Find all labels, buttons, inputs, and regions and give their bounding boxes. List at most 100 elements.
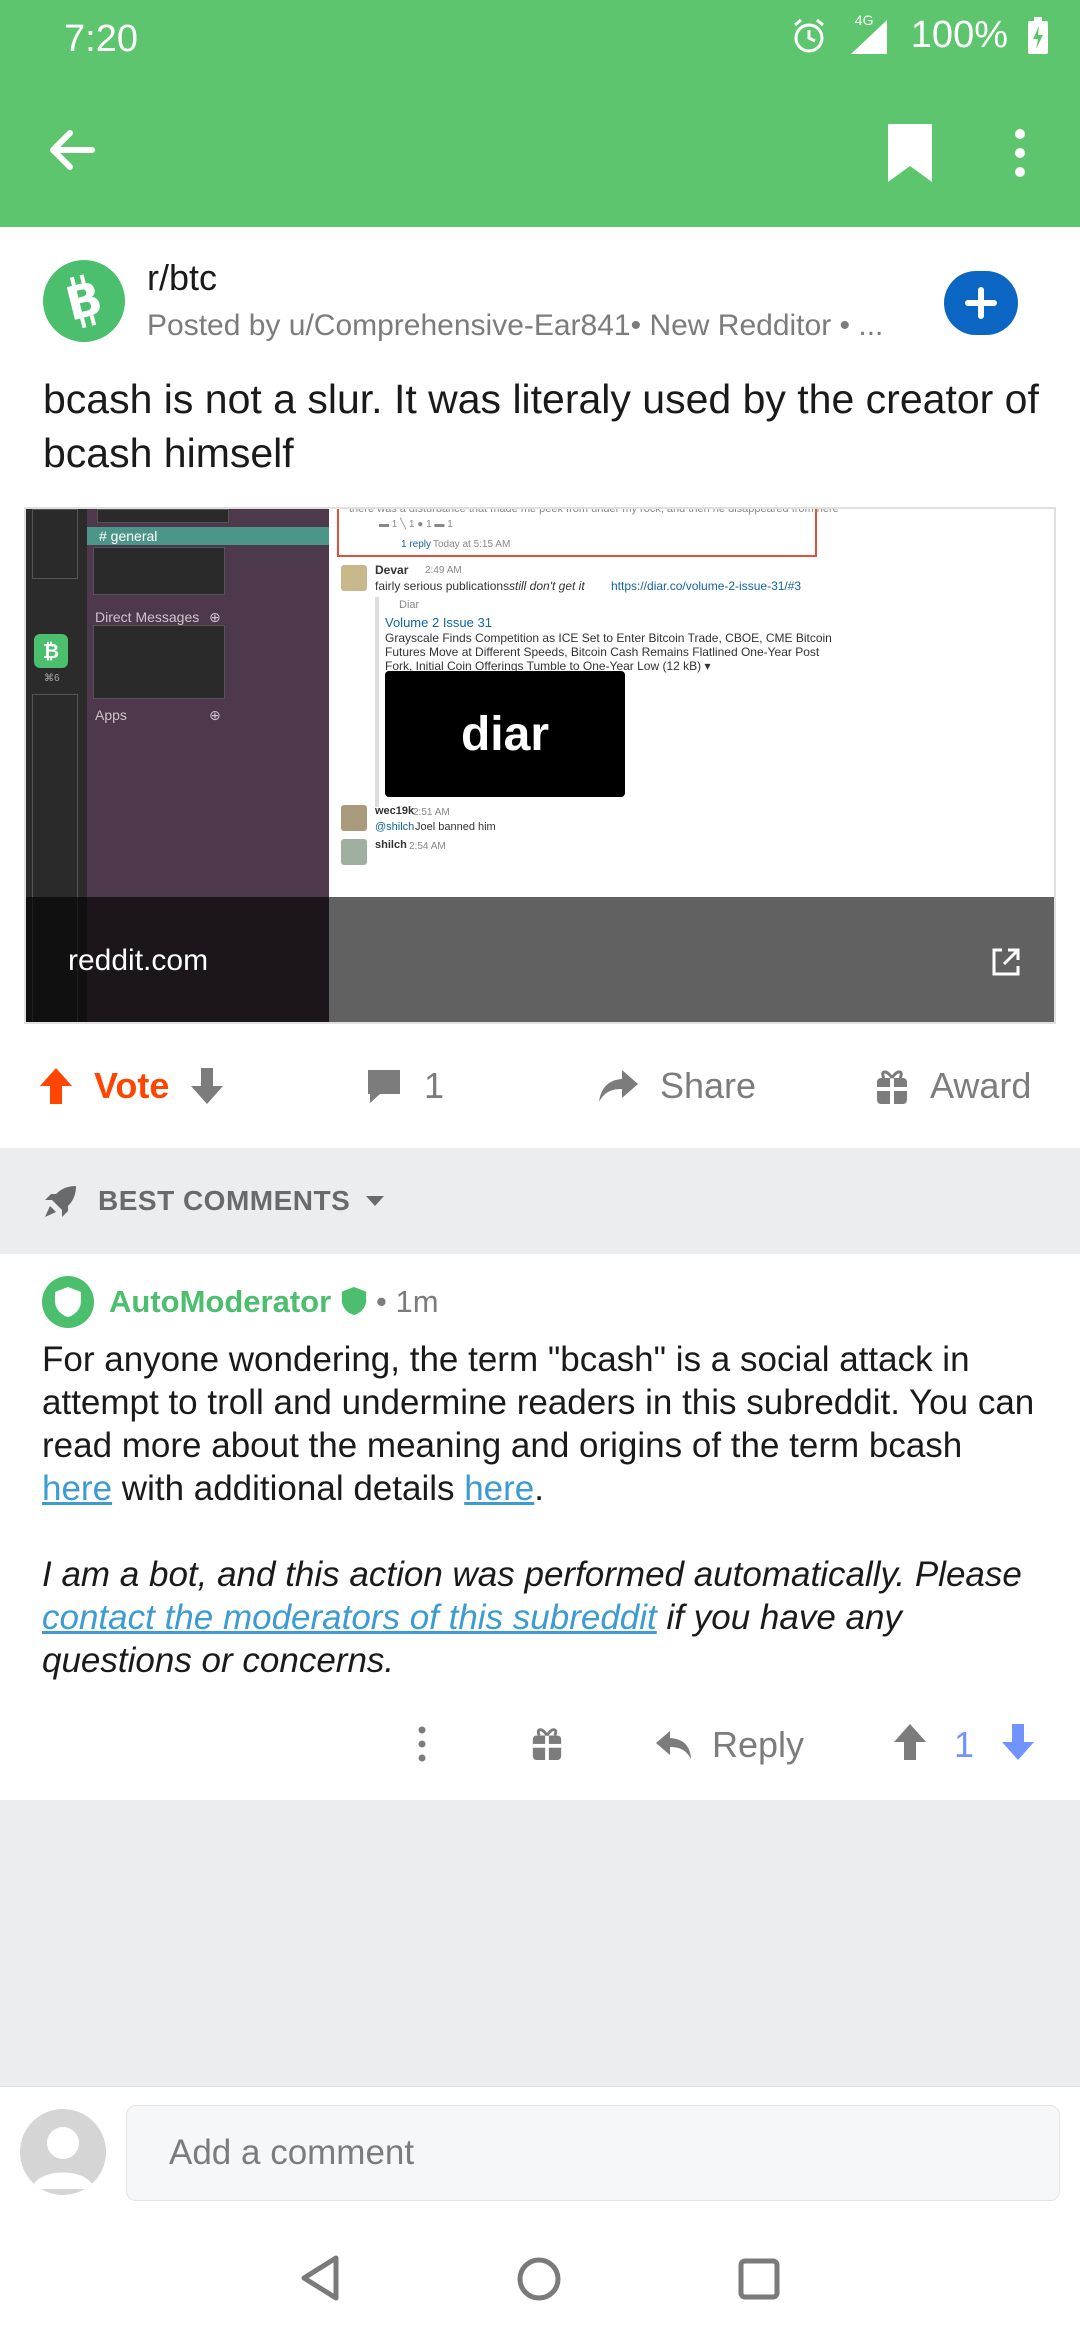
nav-home-icon[interactable] [514, 2254, 564, 2304]
comment-text: For anyone wondering, the term "bcash" i… [42, 1340, 1035, 1465]
contact-moderators-link[interactable]: contact the moderators of this subreddit [42, 1598, 657, 1637]
reply-arrow-icon [656, 1731, 691, 1759]
reactions: ▬ 1 ╲ 1 ● 1 ▬ 1 [379, 519, 453, 530]
comment-author[interactable]: AutoModerator [109, 1284, 331, 1320]
user-avatar [341, 565, 367, 591]
comment-actions: Reply 1 [0, 1694, 1080, 1794]
comment-body: For anyone wondering, the term "bcash" i… [42, 1338, 1042, 1725]
comment-paragraph: I am a bot, and this action was performe… [42, 1553, 1042, 1682]
post-meta[interactable]: Posted by u/Comprehensive-Ear841• New Re… [147, 309, 883, 343]
message-text: fairly serious publications [375, 579, 510, 593]
message-text-emphasis: still don't get it [509, 579, 585, 593]
subreddit-name[interactable]: r/btc [147, 257, 217, 299]
message-time: 2:49 AM [425, 565, 462, 576]
status-icons: 4G 100% [789, 12, 1050, 57]
subreddit-avatar[interactable]: B [43, 260, 125, 342]
share-button[interactable]: Share [596, 1024, 756, 1148]
workspace-icon: ₿ [34, 634, 68, 668]
rocket-icon [45, 1186, 76, 1217]
message-text: Joel banned him [415, 821, 496, 833]
here-link-2[interactable]: here [464, 1469, 534, 1508]
reply-button[interactable]: Reply [654, 1720, 804, 1770]
reply-label: Reply [712, 1724, 805, 1765]
back-arrow-icon[interactable] [42, 120, 102, 180]
alarm-icon [793, 18, 824, 52]
user-avatar[interactable] [20, 2109, 106, 2195]
comment-text: . [534, 1469, 545, 1508]
embed-source: Diar [399, 599, 420, 611]
comment-text: with additional details [112, 1469, 465, 1508]
nav-back-icon[interactable] [296, 2252, 344, 2304]
award-label: Award [930, 1065, 1032, 1106]
vote-label: Vote [94, 1065, 170, 1106]
upvote-icon[interactable] [892, 1722, 928, 1762]
comment-bubble-icon [368, 1070, 400, 1103]
comment-score: 1 [954, 1724, 975, 1765]
network-label: 4G [854, 11, 874, 28]
nav-recents-icon[interactable] [736, 2256, 782, 2302]
preview-domain: reddit.com [68, 944, 209, 977]
comment-text: I am a bot, and this action was performe… [42, 1555, 1022, 1594]
embed-bar [375, 597, 379, 807]
comment-sort-bar[interactable]: BEST COMMENTS [0, 1148, 1080, 1254]
thread-reply-count: 1 reply [401, 539, 432, 550]
vote-group: Vote [38, 1024, 225, 1148]
external-link-icon[interactable] [988, 944, 1024, 980]
link-preview[interactable]: ₿ ⌘6 # general Direct Messages ⊕ Apps ⊕ … [24, 507, 1056, 1024]
sidebar-block [97, 509, 229, 523]
dropdown-caret-icon [366, 1196, 385, 1206]
add-comment-input[interactable]: Add a comment [126, 2105, 1060, 2201]
battery-charging-icon [1028, 16, 1048, 54]
status-time: 7:20 [64, 18, 138, 60]
join-subreddit-button[interactable] [944, 271, 1018, 335]
comment: AutoModerator • 1m For anyone wondering,… [0, 1254, 1080, 1800]
upvote-icon[interactable] [38, 1066, 74, 1106]
post-action-bar: Vote 1 Share Award [0, 1024, 1080, 1148]
dm-header: Direct Messages [95, 609, 200, 625]
comments-button[interactable]: 1 [364, 1024, 444, 1148]
message-author: Devar [375, 563, 409, 577]
add-app-icon: ⊕ [209, 707, 221, 723]
workspace-shortcut: ⌘6 [44, 673, 60, 684]
plus-icon [965, 287, 997, 319]
post-header: B r/btc Posted by u/Comprehensive-Ear841… [0, 227, 1080, 507]
here-link-1[interactable]: here [42, 1469, 112, 1508]
gift-icon [877, 1070, 907, 1104]
signal-icon: 4G [847, 12, 893, 56]
diar-logo-image: diar [385, 671, 625, 797]
share-arrow-icon [599, 1070, 638, 1102]
message-link: https://diar.co/volume-2-issue-31/#3 [611, 579, 802, 593]
award-button[interactable]: Award [874, 1024, 1031, 1148]
channel-general: # general [87, 527, 329, 545]
rail-slot [32, 509, 78, 579]
sidebar-block [93, 625, 225, 699]
empty-comments-area [0, 1800, 1080, 2086]
downvote-icon[interactable] [1000, 1722, 1036, 1762]
message-time: 2:54 AM [409, 841, 446, 852]
bitcoin-cash-icon: B [60, 273, 107, 329]
more-vertical-icon[interactable] [408, 1722, 436, 1766]
thread-reply-time: Today at 5:15 AM [433, 539, 511, 550]
system-nav-bar [0, 2220, 1080, 2340]
channel-label: # general [99, 528, 158, 544]
author-avatar[interactable] [42, 1276, 94, 1328]
add-dm-icon: ⊕ [209, 609, 221, 625]
default-user-icon [32, 2127, 94, 2189]
post-title[interactable]: bcash is not a slur. It was literaly use… [43, 372, 1043, 480]
embed-line-2: Futures Move at Different Speeds, Bitcoi… [385, 645, 820, 659]
app-header: 7:20 4G 100% [0, 0, 1080, 227]
comment-composer: Add a comment [0, 2086, 1080, 2220]
user-avatar [341, 805, 367, 831]
comment-count: 1 [424, 1065, 445, 1106]
message-author: shilch [375, 839, 407, 851]
message-time: 2:51 AM [413, 807, 450, 818]
more-vertical-icon[interactable] [1000, 118, 1040, 188]
moderator-shield-icon [341, 1287, 367, 1315]
downvote-icon[interactable] [189, 1066, 225, 1106]
gift-icon[interactable] [530, 1724, 564, 1762]
shield-icon [55, 1287, 81, 1317]
message-mention: @shilch [375, 821, 415, 833]
bookmark-icon[interactable] [880, 118, 940, 188]
battery-percent: 100% [910, 14, 1008, 56]
embed-title: Volume 2 Issue 31 [385, 615, 492, 630]
